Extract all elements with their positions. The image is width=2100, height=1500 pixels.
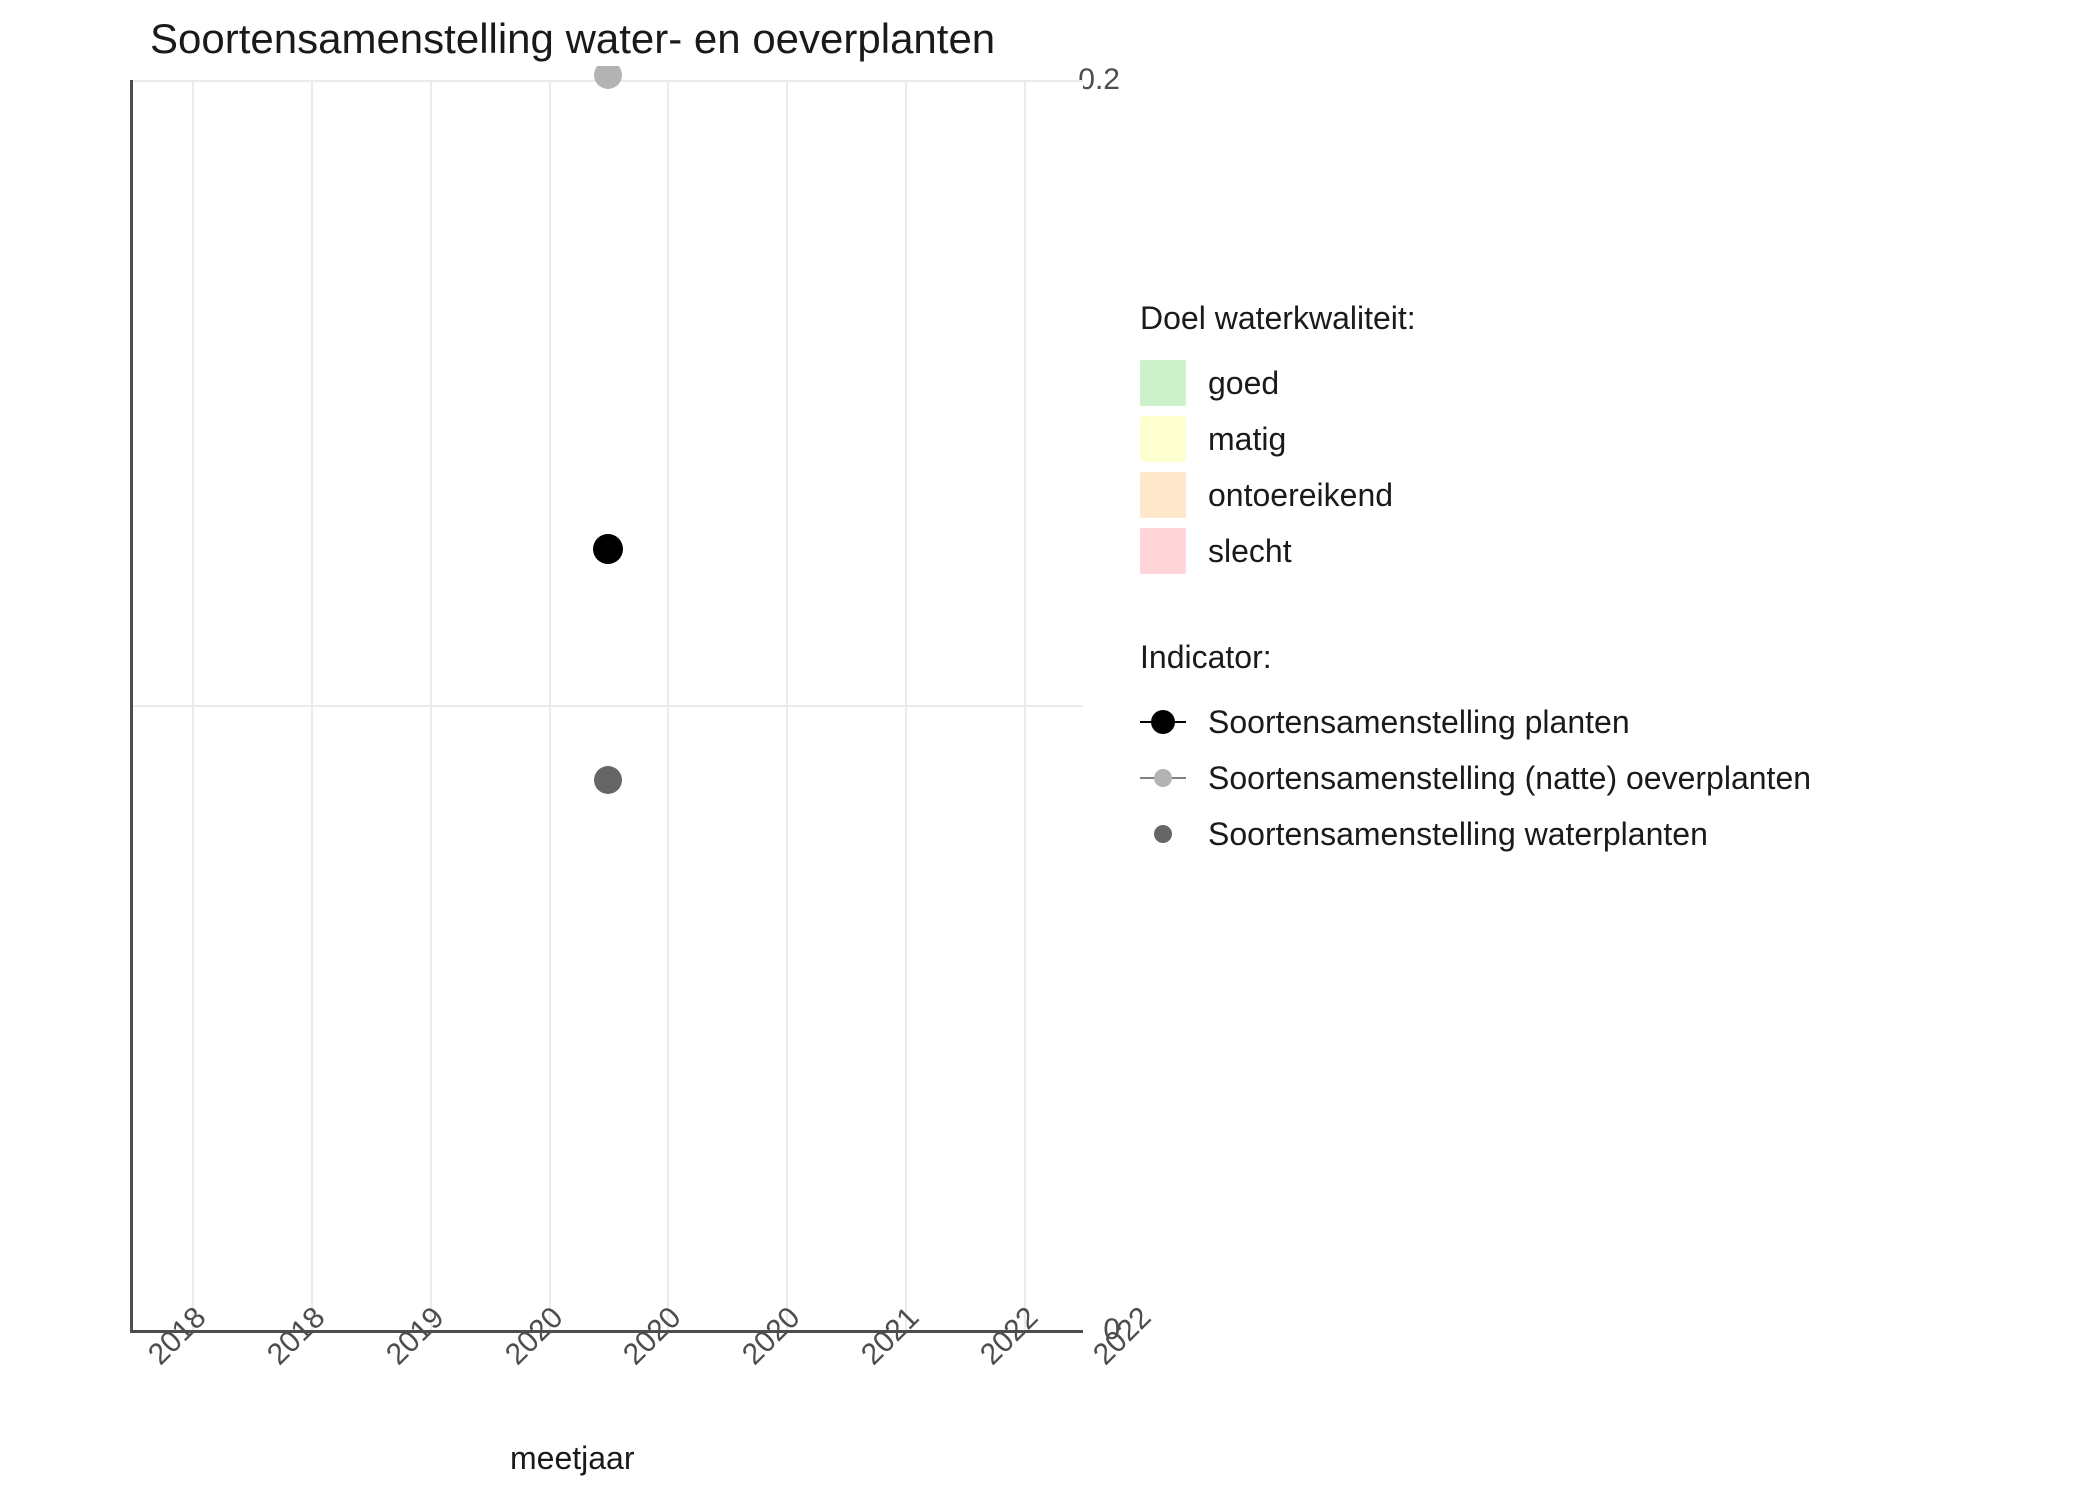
x-tick-label: 2018 [261, 1301, 332, 1372]
legend-key-planten [1140, 699, 1186, 745]
legend-label: matig [1208, 421, 1286, 458]
legend-key-waterplanten [1140, 811, 1186, 857]
gridline [192, 80, 194, 1330]
x-tick-label: 2020 [617, 1301, 688, 1372]
legend-label: Soortensamenstelling planten [1208, 704, 1630, 741]
data-point-waterplanten [594, 766, 622, 794]
legend-item: Soortensamenstelling (natte) oeverplante… [1140, 750, 1811, 806]
legend-shape-title: Indicator: [1140, 639, 1811, 676]
legend-item: goed [1140, 355, 1811, 411]
x-axis-label: meetjaar [510, 1440, 635, 1477]
plot-area: 2018 2018 2019 2020 2020 2020 2021 2022 … [130, 80, 1083, 1333]
legend-fill-title: Doel waterkwaliteit: [1140, 300, 1811, 337]
gridline [133, 705, 1083, 707]
gridline [1024, 80, 1026, 1330]
legend-label: goed [1208, 365, 1279, 402]
gridline [549, 80, 551, 1330]
x-tick-label: 2018 [142, 1301, 213, 1372]
legend-fill-block: Doel waterkwaliteit: goed matig ontoerei… [1140, 300, 1811, 579]
gridline [786, 80, 788, 1330]
legend-label: Soortensamenstelling (natte) oeverplante… [1208, 760, 1811, 797]
x-tick-label: 2020 [736, 1301, 807, 1372]
legend-item: Soortensamenstelling waterplanten [1140, 806, 1811, 862]
legend-label: ontoereikend [1208, 477, 1393, 514]
legend-shape-block: Indicator: Soortensamenstelling planten … [1140, 639, 1811, 862]
chart-title: Soortensamenstelling water- en oeverplan… [150, 15, 995, 63]
x-tick-label: 2021 [855, 1301, 926, 1372]
x-tick-label: 2019 [380, 1301, 451, 1372]
legend-label: Soortensamenstelling waterplanten [1208, 816, 1708, 853]
x-tick-label: 2020 [499, 1301, 570, 1372]
chart-container: Soortensamenstelling water- en oeverplan… [0, 0, 2100, 1500]
legend-swatch-goed [1140, 360, 1186, 406]
legend-swatch-slecht [1140, 528, 1186, 574]
gridline [905, 80, 907, 1330]
legend-label: slecht [1208, 533, 1292, 570]
legend-item: slecht [1140, 523, 1811, 579]
legend-swatch-matig [1140, 416, 1186, 462]
legend-key-oeverplanten [1140, 755, 1186, 801]
x-tick-label: 2022 [1087, 1301, 1158, 1372]
legend-item: ontoereikend [1140, 467, 1811, 523]
legend-item: Soortensamenstelling planten [1140, 694, 1811, 750]
legend: Doel waterkwaliteit: goed matig ontoerei… [1140, 300, 1811, 922]
gridline [667, 80, 669, 1330]
data-point-oeverplanten [594, 61, 622, 89]
legend-swatch-ontoereikend [1140, 472, 1186, 518]
gridline [311, 80, 313, 1330]
legend-item: matig [1140, 411, 1811, 467]
gridline [430, 80, 432, 1330]
data-point-planten [593, 534, 623, 564]
